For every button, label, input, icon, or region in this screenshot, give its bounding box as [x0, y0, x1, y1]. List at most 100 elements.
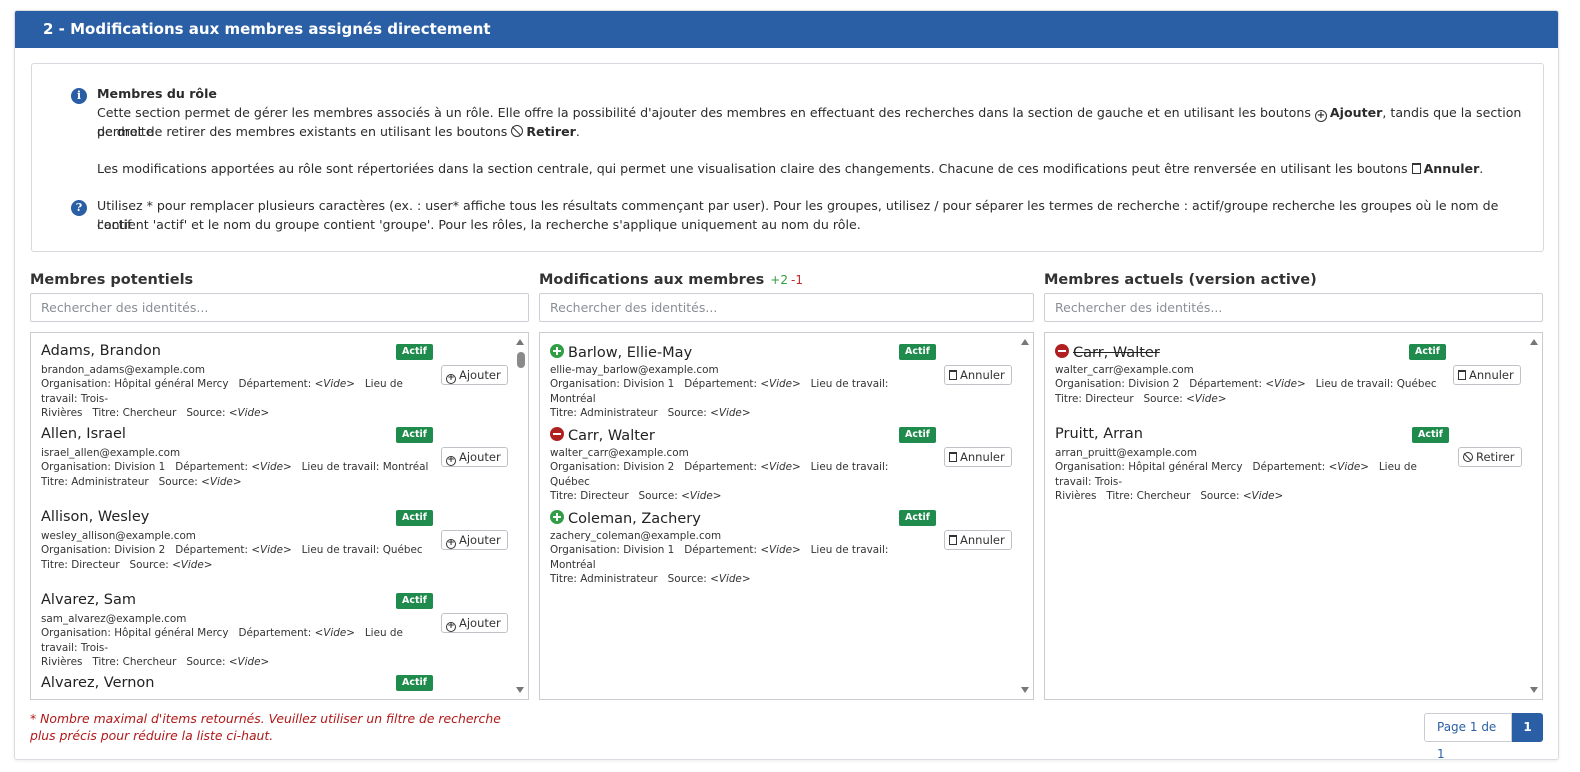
trash-icon	[1458, 370, 1466, 380]
add-circle-icon: +	[446, 455, 456, 466]
member-details-cont: Titre: Directeur Source: <Vide>	[1055, 392, 1227, 405]
status-badge: Actif	[396, 593, 433, 609]
member-name: Alvarez, Vernon	[41, 675, 155, 691]
ban-icon	[1463, 452, 1473, 462]
added-count: +2	[770, 273, 788, 287]
add-button[interactable]: + Ajouter	[441, 613, 508, 633]
potential-members-title: Membres potentiels	[30, 272, 194, 288]
cancel-button[interactable]: Annuler	[944, 365, 1012, 385]
page-info: Page 1 de 1	[1424, 713, 1512, 761]
member-details-cont: Titre: Directeur Source: <Vide>	[550, 490, 722, 502]
info-box: i Membres du rôle Cette section permet d…	[31, 63, 1544, 252]
current-members-list[interactable]: Carr, Walter walter_carr@example.com Org…	[1044, 332, 1543, 700]
member-details-cont: Rivières Titre: Chercheur Source: <Vide>	[41, 656, 270, 668]
help-icon: ?	[71, 200, 87, 216]
cancel-button[interactable]: Annuler	[944, 530, 1012, 550]
member-email: ellie-may_barlow@example.com	[550, 364, 719, 376]
member-email: sam_alvarez@example.com	[41, 613, 187, 625]
scroll-down-arrow[interactable]	[516, 687, 524, 693]
changes-search-input[interactable]	[539, 293, 1034, 322]
add-button[interactable]: + Ajouter	[441, 365, 508, 385]
member-details-cont: Titre: Administrateur Source: <Vide>	[550, 573, 751, 585]
member-name: Allison, Wesley	[41, 509, 150, 525]
member-name: Barlow, Ellie-May	[550, 343, 930, 363]
status-badge: Actif	[899, 427, 936, 443]
member-email: walter_carr@example.com	[1055, 364, 1194, 376]
trash-icon	[949, 452, 957, 462]
status-badge: Actif	[899, 510, 936, 526]
minus-circle-icon	[550, 427, 564, 441]
list-item: Barlow, Ellie-May ellie-may_barlow@examp…	[550, 343, 930, 421]
member-details-cont: Titre: Directeur Source: <Vide>	[41, 558, 213, 571]
cancel-button[interactable]: Annuler	[944, 447, 1012, 467]
scroll-up-arrow[interactable]	[1530, 339, 1538, 345]
changes-title: Modifications aux membres +2 -1	[539, 272, 803, 288]
add-circle-icon: +	[446, 373, 456, 384]
trash-icon	[949, 370, 957, 380]
potential-members-list[interactable]: Adams, Brandon brandon_adams@example.com…	[30, 332, 529, 700]
trash-icon	[949, 535, 957, 545]
member-details: Organisation: Division 1 Département: <V…	[550, 544, 889, 571]
status-badge: Actif	[1412, 427, 1449, 443]
current-search-input[interactable]	[1044, 293, 1543, 322]
ban-icon	[511, 125, 524, 137]
current-members-title: Membres actuels (version active)	[1044, 272, 1317, 288]
member-name: Pruitt, Arran	[1055, 426, 1143, 442]
add-circle-icon: +	[446, 621, 456, 632]
member-details: Organisation: Hôpital général Mercy Dépa…	[41, 627, 403, 654]
member-email: arran_pruitt@example.com	[1055, 447, 1197, 459]
status-badge: Actif	[899, 344, 936, 360]
add-circle-icon: +	[446, 538, 456, 549]
info-icon: i	[71, 88, 87, 104]
member-details-cont: Rivières Titre: Chercheur Source: <Vide>	[1055, 490, 1284, 502]
help-line-2: contient 'actif' et le nom du groupe con…	[97, 217, 861, 232]
member-email: brandon_adams@example.com	[41, 364, 206, 376]
member-name: Adams, Brandon	[41, 343, 161, 359]
trash-icon	[1411, 163, 1421, 174]
page-1-button[interactable]: 1	[1512, 713, 1543, 742]
member-email: wesley_allison@example.com	[41, 530, 196, 542]
scroll-up-arrow[interactable]	[516, 339, 524, 345]
pagination: Page 1 de 1 1	[1424, 713, 1543, 761]
list-item: Carr, Walter walter_carr@example.com Org…	[550, 426, 930, 504]
list-item: Alvarez, Sam sam_alvarez@example.com Org…	[41, 592, 441, 670]
member-details: Organisation: Hôpital général Mercy Dépa…	[1055, 461, 1417, 488]
status-badge: Actif	[1409, 344, 1446, 360]
minus-circle-icon	[1055, 344, 1069, 358]
info-paragraph-1-cont: permet de retirer des membres existants …	[97, 124, 580, 139]
member-details: Organisation: Division 2 Département: <V…	[550, 461, 889, 488]
member-details-cont: Titre: Administrateur Source: <Vide>	[550, 407, 751, 419]
plus-circle-icon	[550, 510, 564, 524]
member-details-cont: Rivières Titre: Chercheur Source: <Vide>	[41, 407, 270, 419]
list-item: Adams, Brandon brandon_adams@example.com…	[41, 343, 441, 421]
potential-search-input[interactable]	[30, 293, 529, 322]
list-item: Coleman, Zachery zachery_coleman@example…	[550, 509, 930, 587]
list-item: Alvarez, Vernon	[41, 675, 441, 695]
scroll-up-arrow[interactable]	[1021, 339, 1029, 345]
plus-circle-icon	[550, 344, 564, 358]
scroll-down-arrow[interactable]	[1530, 687, 1538, 693]
scrollbar-thumb[interactable]	[517, 352, 525, 368]
add-button[interactable]: + Ajouter	[441, 530, 508, 550]
cancel-button[interactable]: Annuler	[1453, 365, 1521, 385]
list-item: Pruitt, Arran arran_pruitt@example.com O…	[1055, 426, 1445, 504]
add-button[interactable]: + Ajouter	[441, 447, 508, 467]
member-email: walter_carr@example.com	[550, 447, 689, 459]
max-items-footnote: * Nombre maximal d'items retournés. Veui…	[30, 711, 501, 743]
status-badge: Actif	[396, 510, 433, 526]
member-name: Allen, Israel	[41, 426, 126, 442]
member-details-cont: Titre: Administrateur Source: <Vide>	[41, 475, 242, 488]
info-paragraph-2: Les modifications apportées au rôle sont…	[97, 161, 1484, 176]
remove-button[interactable]: Retirer	[1458, 447, 1522, 467]
list-item: Allison, Wesley wesley_allison@example.c…	[41, 509, 441, 572]
member-details: Organisation: Division 1 Département: <V…	[41, 461, 429, 473]
member-name: Coleman, Zachery	[550, 509, 930, 529]
changes-list[interactable]: Barlow, Ellie-May ellie-may_barlow@examp…	[539, 332, 1034, 700]
panel-title: 2 - Modifications aux membres assignés d…	[15, 11, 1558, 48]
status-badge: Actif	[396, 675, 433, 691]
scroll-down-arrow[interactable]	[1021, 687, 1029, 693]
status-badge: Actif	[396, 344, 433, 360]
member-name: Carr, Walter	[550, 426, 930, 446]
list-item: Allen, Israel israel_allen@example.com O…	[41, 426, 441, 489]
member-details: Organisation: Division 2 Département: <V…	[41, 544, 423, 556]
